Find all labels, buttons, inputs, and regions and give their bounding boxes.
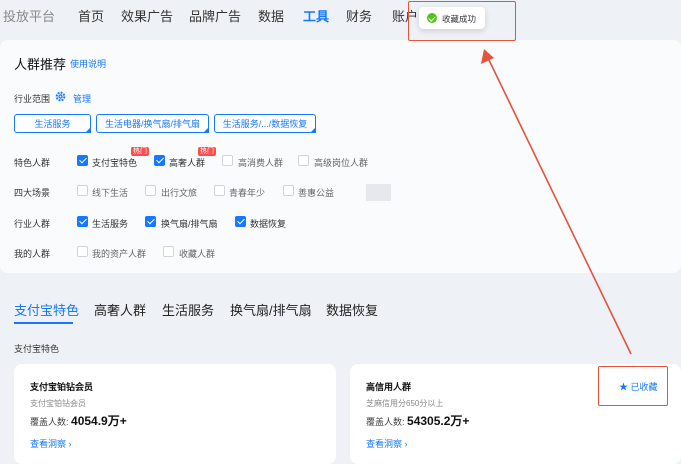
nav-item-performance-ads[interactable]: 效果广告 [121, 6, 173, 25]
active-tab-indicator [14, 322, 73, 324]
nav-item-tools[interactable]: 工具 [303, 6, 329, 25]
scope-label: 行业范围 [14, 94, 51, 104]
scope-tag-label: 生活电器/换气扇/排气扇 [104, 119, 200, 129]
checkbox-senior-position[interactable] [298, 155, 309, 166]
checkbox-alipay-featured[interactable] [77, 155, 88, 166]
option-youth[interactable]: 青春年少 [229, 186, 265, 199]
option-travel[interactable]: 出行文旅 [161, 186, 197, 199]
nav-item-home[interactable]: 首页 [78, 6, 104, 25]
placeholder-block [366, 184, 391, 201]
checkbox-favorites[interactable] [163, 246, 174, 257]
checkbox-fans[interactable] [145, 216, 156, 227]
help-link[interactable]: 使用说明 [70, 57, 106, 70]
tab-fans[interactable]: 换气扇/排气扇 [230, 300, 312, 319]
annotation-box-toast [408, 1, 516, 41]
checkbox-life-services[interactable] [77, 216, 88, 227]
view-insight-link[interactable]: 查看洞察 › [30, 437, 72, 450]
tag-corner-mark [85, 127, 91, 133]
view-insight-link[interactable]: 查看洞察 › [366, 437, 408, 450]
top-nav: 投放平台 首页 效果广告 品牌广告 数据 工具 财务 账户 [0, 0, 681, 30]
checkbox-my-assets[interactable] [77, 246, 88, 257]
view-insight-label: 查看洞察 [30, 439, 67, 449]
option-senior-position[interactable]: 高级岗位人群 [314, 156, 368, 169]
checkbox-data-recovery[interactable] [235, 216, 246, 227]
card-coverage: 覆盖人数: 4054.9万+ [30, 412, 127, 429]
tab-data-recovery[interactable]: 数据恢复 [326, 300, 378, 319]
scope-tag-appliances[interactable]: 生活电器/换气扇/排气扇 [96, 114, 209, 133]
option-fans[interactable]: 换气扇/排气扇 [161, 217, 218, 230]
option-life-services[interactable]: 生活服务 [92, 217, 128, 230]
checkbox-high-spending[interactable] [222, 155, 233, 166]
option-favorites[interactable]: 收藏人群 [179, 247, 215, 260]
card-subtitle: 芝麻信用分650分以上 [366, 399, 444, 408]
panel-title: 人群推荐 [14, 57, 67, 72]
checkbox-luxury[interactable] [154, 155, 165, 166]
card-title: 高信用人群 [366, 382, 412, 392]
option-high-spending[interactable]: 高消费人群 [238, 156, 283, 169]
option-charity[interactable]: 善惠公益 [298, 186, 334, 199]
card-title: 支付宝铂钻会员 [30, 382, 94, 392]
scope-tag-life-services[interactable]: 生活服务 [14, 114, 91, 133]
chevron-right-icon: › [68, 439, 72, 449]
chevron-right-icon: › [404, 439, 408, 449]
scope-tag-label: 生活服务 [34, 119, 71, 129]
tag-corner-mark [310, 127, 316, 133]
scope-tag-label: 生活服务/.../数据恢复 [222, 119, 308, 129]
option-alipay-featured[interactable]: 支付宝特色 [92, 156, 137, 169]
tag-corner-mark [203, 127, 209, 133]
tab-alipay-featured[interactable]: 支付宝特色 [14, 300, 79, 319]
option-data-recovery[interactable]: 数据恢复 [250, 217, 286, 230]
row-label-scenarios: 四大场景 [14, 188, 51, 198]
option-my-assets[interactable]: 我的资产人群 [92, 247, 146, 260]
gear-icon[interactable] [55, 91, 66, 102]
view-insight-label: 查看洞察 [366, 439, 403, 449]
checkbox-travel[interactable] [145, 185, 156, 196]
hot-badge: 热门 [131, 147, 149, 156]
checkbox-youth[interactable] [214, 185, 225, 196]
option-luxury[interactable]: 高奢人群 [169, 156, 205, 169]
hot-badge: 热门 [198, 147, 216, 156]
row-label-featured: 特色人群 [14, 158, 51, 168]
brand-title: 投放平台 [3, 9, 56, 24]
coverage-label: 覆盖人数: [366, 417, 405, 427]
tab-luxury[interactable]: 高奢人群 [94, 300, 146, 319]
card-coverage: 覆盖人数: 54305.2万+ [366, 412, 469, 429]
row-label-industry: 行业人群 [14, 219, 51, 229]
nav-item-finance[interactable]: 财务 [346, 6, 372, 25]
manage-link[interactable]: 管理 [73, 92, 91, 105]
section-title: 支付宝特色 [14, 344, 60, 354]
checkbox-offline-life[interactable] [77, 185, 88, 196]
option-offline-life[interactable]: 线下生活 [92, 186, 128, 199]
checkbox-charity[interactable] [283, 185, 294, 196]
nav-item-brand-ads[interactable]: 品牌广告 [189, 6, 241, 25]
scope-tag-data-recovery[interactable]: 生活服务/.../数据恢复 [214, 114, 316, 133]
row-label-my-audiences: 我的人群 [14, 249, 51, 259]
nav-item-data[interactable]: 数据 [258, 6, 284, 25]
tab-life-services[interactable]: 生活服务 [162, 300, 214, 319]
coverage-label: 覆盖人数: [30, 417, 69, 427]
coverage-value: 54305.2万+ [407, 414, 470, 428]
annotation-box-favorite [598, 366, 668, 406]
coverage-value: 4054.9万+ [71, 414, 127, 428]
card-subtitle: 支付宝铂钻会员 [30, 399, 86, 408]
